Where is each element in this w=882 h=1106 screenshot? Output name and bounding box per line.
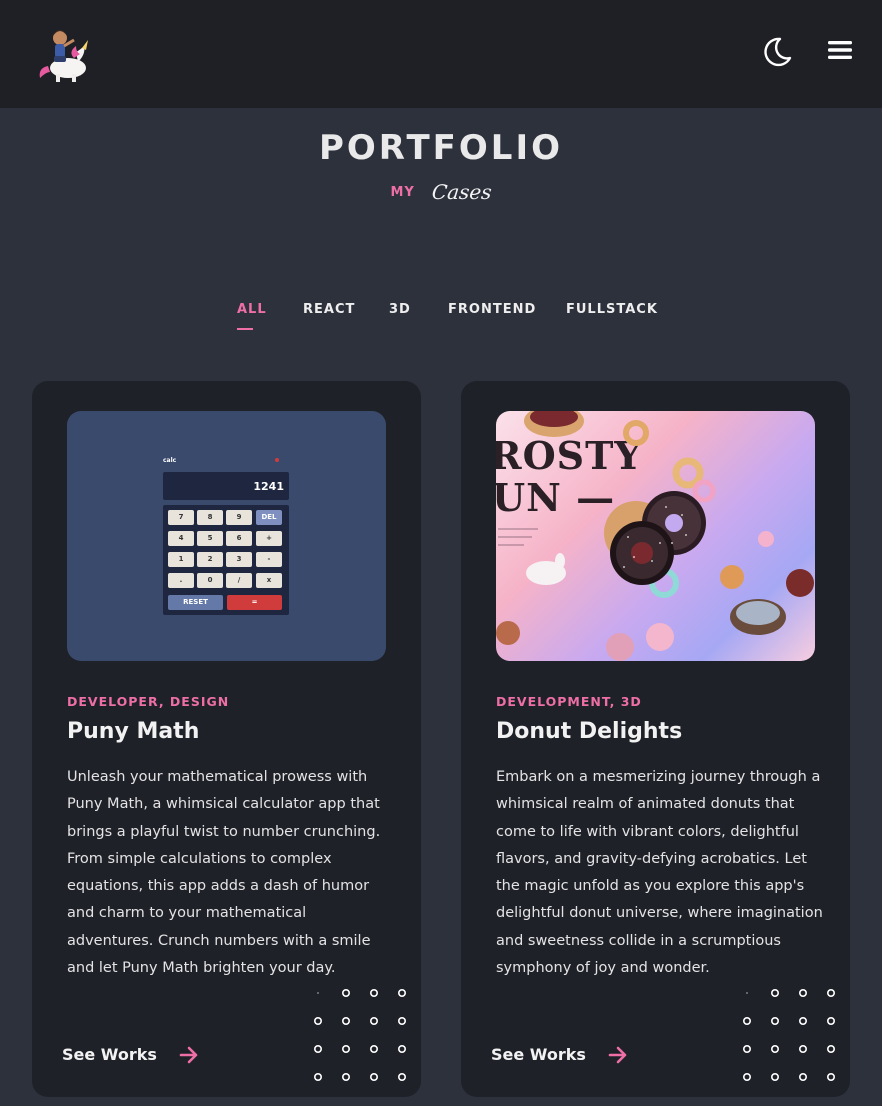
site-header: [0, 0, 882, 108]
calc-key: 5: [197, 531, 223, 546]
filter-tab-3d[interactable]: 3D: [389, 302, 411, 317]
calc-key: 6: [226, 531, 252, 546]
subtitle-my: MY: [390, 184, 415, 200]
arrow-right-icon: [179, 1046, 198, 1063]
calc-key-equals: =: [227, 595, 282, 610]
active-filter-underline: [237, 328, 253, 330]
calc-key: -: [256, 552, 282, 567]
project-card-donut-delights: ROSTY UN — DEVELOPMENT, 3D Donut Delight…: [461, 381, 850, 1097]
donut-illustration: [496, 411, 814, 661]
calc-key: .: [168, 573, 194, 588]
project-description: Unleash your mathematical prowess with P…: [67, 769, 381, 977]
calc-display: 1241: [163, 472, 289, 500]
calc-key: 8: [197, 510, 223, 525]
moon-icon[interactable]: [760, 36, 794, 68]
arrow-right-icon: [608, 1046, 627, 1063]
calc-key: 4: [168, 531, 194, 546]
calc-key: DEL: [256, 510, 282, 525]
filter-tab-react[interactable]: REACT: [303, 302, 355, 317]
calc-key-reset: RESET: [168, 595, 223, 610]
subtitle-cases: Cases: [430, 180, 493, 204]
calc-keypad: 7 8 9 DEL 4 5 6 + 1 2 3 - . 0 / x RESET …: [163, 505, 289, 615]
calc-key: 1: [168, 552, 194, 567]
calc-key: 3: [226, 552, 252, 567]
calc-topbar: calc: [163, 457, 289, 471]
project-description: Embark on a mesmerizing journey through …: [496, 769, 823, 977]
calc-key: 9: [226, 510, 252, 525]
filter-tab-all[interactable]: ALL: [237, 302, 267, 317]
calc-key: x: [256, 573, 282, 588]
project-thumbnail-calculator[interactable]: calc 1241 7 8 9 DEL 4 5 6 + 1 2 3 - . 0 …: [67, 411, 386, 661]
calc-key: 0: [197, 573, 223, 588]
project-title: Donut Delights: [496, 719, 683, 744]
filter-tab-frontend[interactable]: FRONTEND: [448, 302, 536, 317]
calc-key: +: [256, 531, 282, 546]
calc-app-label: calc: [163, 457, 177, 464]
dot-pattern-decoration: [314, 988, 407, 1082]
page-title: PORTFOLIO: [318, 128, 563, 168]
see-works-label: See Works: [62, 1045, 157, 1064]
project-thumbnail-donuts[interactable]: ROSTY UN —: [496, 411, 815, 661]
see-works-label: See Works: [491, 1045, 586, 1064]
hamburger-menu-icon[interactable]: [824, 36, 856, 66]
see-works-link[interactable]: See Works: [491, 1045, 628, 1064]
section-subtitle: MY Cases: [0, 180, 882, 204]
calc-key: 2: [197, 552, 223, 567]
calculator-mockup: calc 1241 7 8 9 DEL 4 5 6 + 1 2 3 - . 0 …: [163, 457, 289, 615]
filter-tab-fullstack[interactable]: FULLSTACK: [566, 302, 658, 317]
see-works-link[interactable]: See Works: [62, 1045, 199, 1064]
project-category: DEVELOPMENT, 3D: [496, 694, 642, 709]
calc-key: 7: [168, 510, 194, 525]
theme-toggle-dot: [275, 458, 279, 462]
calc-key: /: [226, 573, 252, 588]
unicorn-rider-logo[interactable]: [34, 24, 96, 86]
project-title: Puny Math: [67, 719, 200, 744]
project-category: DEVELOPER, DESIGN: [67, 694, 230, 709]
project-card-puny-math: calc 1241 7 8 9 DEL 4 5 6 + 1 2 3 - . 0 …: [32, 381, 421, 1097]
dot-pattern-decoration: [743, 988, 836, 1082]
